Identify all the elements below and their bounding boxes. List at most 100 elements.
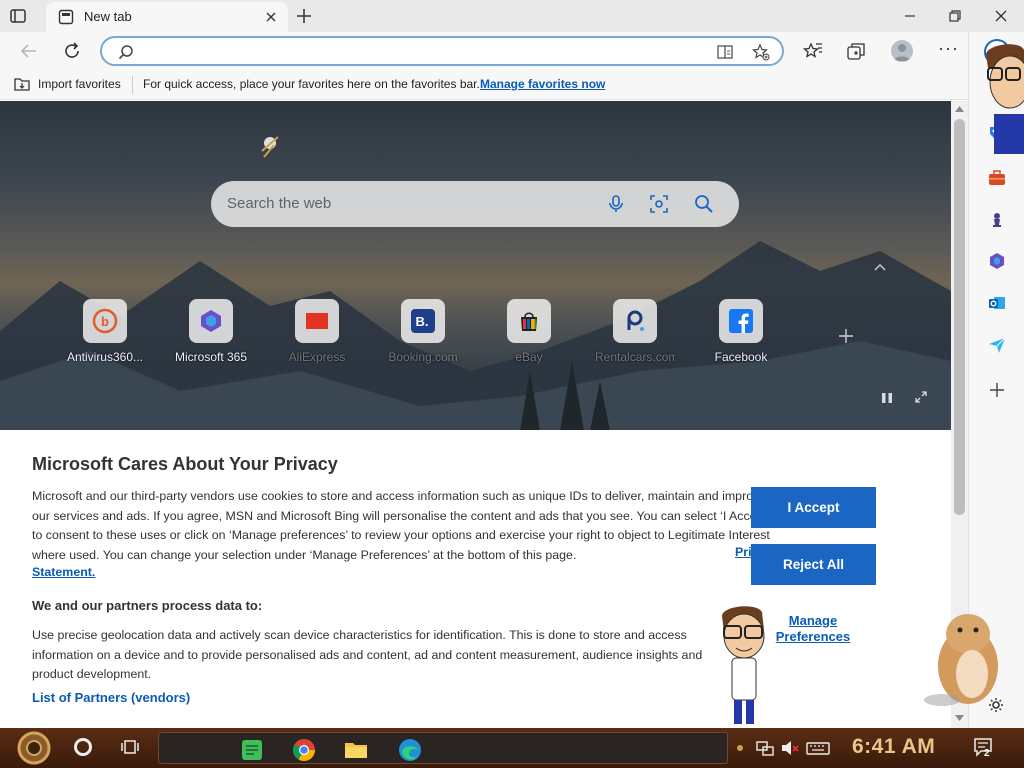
manage-preferences-link[interactable]: Manage Preferences xyxy=(770,613,856,645)
person-icon xyxy=(894,44,910,61)
new-tab-plus-icon[interactable] xyxy=(294,6,314,26)
newtab-page: Search the web b Antivirus360... Microso… xyxy=(0,101,951,728)
edge-browser-icon[interactable] xyxy=(397,737,423,763)
add-favorite-star-icon[interactable] xyxy=(752,43,770,61)
window-close-icon[interactable] xyxy=(993,8,1009,24)
tab-new-tab[interactable]: New tab xyxy=(46,2,288,32)
search-icon xyxy=(118,45,133,60)
windows-taskbar: 6:41 AM 2 xyxy=(0,728,1024,768)
antivirus360-icon: b xyxy=(92,308,118,334)
newtab-page-icon xyxy=(58,9,74,25)
web-search-box[interactable]: Search the web xyxy=(211,181,739,227)
tile-label: Booking.com xyxy=(388,350,458,364)
reject-all-button[interactable]: Reject All xyxy=(751,544,876,585)
immersive-reader-icon[interactable] xyxy=(716,43,734,61)
quicklink-tile[interactable]: B. Booking.com xyxy=(383,299,463,364)
games-chess-icon[interactable] xyxy=(987,210,1007,230)
tile-label: Antivirus360... xyxy=(66,350,144,364)
search-submit-icon[interactable] xyxy=(694,194,714,214)
notifications-icon[interactable] xyxy=(972,736,994,758)
favorites-bar: Import favorites For quick access, place… xyxy=(0,70,968,100)
booking-icon: B. xyxy=(411,309,435,333)
add-site-plus-icon[interactable] xyxy=(837,327,855,345)
minimize-icon[interactable] xyxy=(902,8,918,24)
browser-toolbar: ··· xyxy=(0,32,1024,70)
scrollbar-thumb[interactable] xyxy=(954,119,965,515)
chevron-up-icon[interactable] xyxy=(872,261,888,273)
import-favorites-icon[interactable] xyxy=(13,76,31,92)
cortana-search-icon[interactable] xyxy=(74,738,92,756)
pause-icon[interactable] xyxy=(880,391,894,405)
hamster-mascot xyxy=(924,614,998,706)
manage-favorites-link[interactable]: Manage favorites now xyxy=(480,77,605,91)
svg-text:b: b xyxy=(101,314,109,329)
privacy-consent-dialog: Microsoft Cares About Your Privacy Micro… xyxy=(0,430,951,728)
outlook-icon[interactable] xyxy=(987,293,1007,313)
tile-label: eBay xyxy=(515,350,543,364)
chrome-icon[interactable] xyxy=(291,737,317,763)
privacy-title: Microsoft Cares About Your Privacy xyxy=(32,454,338,474)
quicklink-tile[interactable]: b Antivirus360... xyxy=(65,299,145,364)
favorites-icon[interactable] xyxy=(803,41,823,61)
tools-briefcase-icon[interactable] xyxy=(987,168,1007,188)
restore-icon[interactable] xyxy=(947,8,963,24)
back-arrow-icon[interactable] xyxy=(18,40,40,62)
quicklink-tile[interactable]: Facebook xyxy=(701,299,781,364)
keyboard-icon[interactable] xyxy=(806,738,830,758)
privacy-statement-link[interactable]: Pri xyxy=(735,545,752,559)
background-image xyxy=(0,101,951,431)
gear-icon[interactable] xyxy=(988,697,1004,713)
cartoon-character-figure xyxy=(986,44,1024,154)
tab-title: New tab xyxy=(84,9,132,24)
quicklink-tile[interactable]: Rentalcars.com xyxy=(595,299,675,364)
tile-label: Facebook xyxy=(714,350,768,364)
facebook-icon xyxy=(729,309,753,333)
network-icon[interactable] xyxy=(755,738,775,758)
privacy-subheading: We and our partners process data to: xyxy=(32,598,263,613)
tab-actions-icon[interactable] xyxy=(9,7,27,25)
more-options-icon[interactable]: ··· xyxy=(938,39,958,61)
tile-label: Microsoft 365 xyxy=(174,350,248,364)
add-sidebar-app-icon[interactable] xyxy=(987,380,1007,400)
taskbar-clock[interactable]: 6:41 AM xyxy=(852,735,935,759)
aliexpress-icon xyxy=(306,313,328,329)
expand-icon[interactable] xyxy=(914,390,928,404)
microsoft365-icon[interactable] xyxy=(987,251,1007,271)
cartoon-character-figure xyxy=(722,606,765,724)
notification-count-badge: 2 xyxy=(984,748,990,759)
profile-avatar[interactable] xyxy=(891,40,913,62)
scroll-up-arrow-icon[interactable] xyxy=(955,105,964,113)
accept-button[interactable]: I Accept xyxy=(751,487,876,528)
start-button-icon[interactable] xyxy=(10,730,58,766)
visual-search-icon[interactable] xyxy=(649,194,669,214)
quicklink-tile[interactable]: Microsoft 365 xyxy=(171,299,251,364)
quicklink-tile[interactable]: AliExpress xyxy=(277,299,357,364)
quicklink-tile[interactable]: eBay xyxy=(489,299,569,364)
refresh-icon[interactable] xyxy=(61,40,83,62)
file-explorer-icon[interactable] xyxy=(343,737,369,763)
taskbar-app-panel xyxy=(158,732,728,764)
web-search-placeholder: Search the web xyxy=(227,195,332,212)
microphone-icon[interactable] xyxy=(606,194,626,214)
tab-close-icon[interactable] xyxy=(264,10,278,24)
svg-text:B.: B. xyxy=(416,314,429,329)
tab-strip: New tab xyxy=(0,0,1024,32)
task-view-icon[interactable] xyxy=(121,738,139,756)
rentalcars-icon xyxy=(627,310,644,331)
address-bar[interactable] xyxy=(100,36,784,66)
microsoft365-icon xyxy=(201,310,221,332)
tile-label: AliExpress xyxy=(288,350,346,364)
favorites-hint-text: For quick access, place your favorites h… xyxy=(143,77,480,91)
favorites-divider xyxy=(132,76,133,94)
import-favorites-link[interactable]: Import favorites xyxy=(38,77,121,91)
tray-overflow-icon[interactable] xyxy=(734,738,746,758)
volume-muted-icon[interactable] xyxy=(780,738,800,758)
list-of-partners-link[interactable]: List of Partners (vendors) xyxy=(32,690,190,705)
collections-icon[interactable] xyxy=(846,41,866,61)
privacy-statement-link-continued[interactable]: Statement. xyxy=(32,565,95,579)
tile-label: Rentalcars.com xyxy=(595,350,675,364)
privacy-body: Microsoft and our third-party vendors us… xyxy=(32,489,770,562)
sticky-notes-icon[interactable] xyxy=(239,737,265,763)
send-drop-icon[interactable] xyxy=(987,335,1007,355)
scroll-down-arrow-icon[interactable] xyxy=(955,714,964,722)
